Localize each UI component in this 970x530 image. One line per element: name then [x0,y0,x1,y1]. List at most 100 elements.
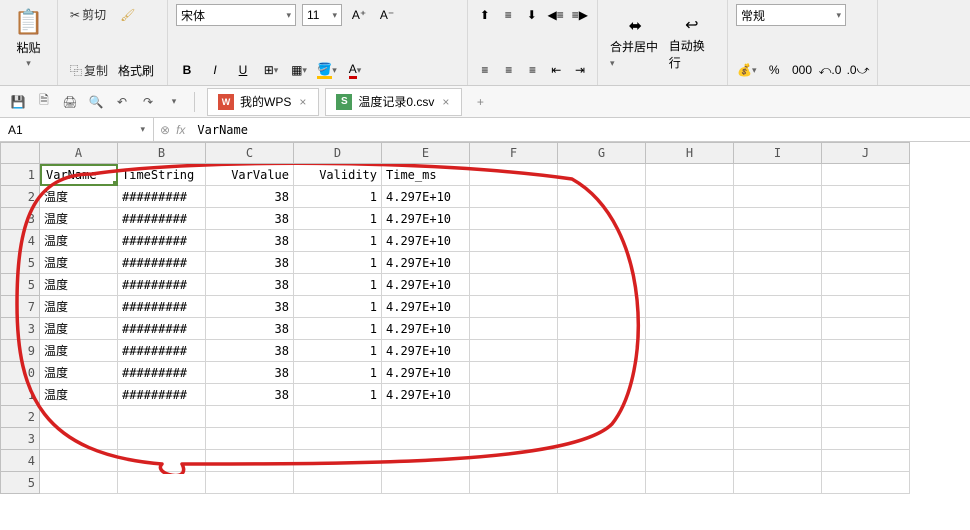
paste-button[interactable]: 📋 粘贴▾ [8,4,49,73]
cell[interactable]: 1 [294,296,382,318]
cell[interactable] [734,230,822,252]
cell[interactable] [558,340,646,362]
cell[interactable] [558,362,646,384]
cell[interactable]: 4.297E+10 [382,384,470,406]
cell[interactable]: 4.297E+10 [382,186,470,208]
col-header-F[interactable]: F [470,142,558,164]
cell[interactable]: 38 [206,252,294,274]
cell[interactable] [646,230,734,252]
close-icon[interactable]: × [440,95,451,109]
cell[interactable]: 4.297E+10 [382,208,470,230]
cell[interactable] [558,230,646,252]
cell[interactable]: 4.297E+10 [382,252,470,274]
row-header[interactable]: 2 [0,406,40,428]
cell[interactable] [646,318,734,340]
cell[interactable] [470,296,558,318]
increase-font-button[interactable]: A⁺ [348,4,370,26]
print-preview-button[interactable]: 🔍 [84,90,108,114]
row-header[interactable]: 3 [0,318,40,340]
cell[interactable] [822,340,910,362]
cell[interactable]: ######### [118,274,206,296]
cell[interactable] [822,296,910,318]
cell[interactable]: ######### [118,208,206,230]
cell[interactable] [294,428,382,450]
cell[interactable] [118,428,206,450]
italic-button[interactable]: I [204,59,226,81]
cell[interactable]: 温度 [40,252,118,274]
cell[interactable]: 38 [206,208,294,230]
cell[interactable] [646,428,734,450]
row-header[interactable]: 9 [0,340,40,362]
col-header-G[interactable]: G [558,142,646,164]
cell[interactable] [822,318,910,340]
cell[interactable] [294,450,382,472]
cell[interactable] [470,318,558,340]
save-button[interactable]: 💾 [6,90,30,114]
cell[interactable] [40,406,118,428]
merge-center-button[interactable]: ⬌ 合并居中▾ [606,12,665,73]
cell[interactable] [822,252,910,274]
cell[interactable] [734,406,822,428]
cell[interactable]: TimeString [118,164,206,186]
new-tab-button[interactable]: + [470,92,490,112]
cell[interactable] [206,450,294,472]
cell[interactable]: ######### [118,362,206,384]
cell[interactable] [118,472,206,494]
cell[interactable] [646,362,734,384]
tab-mywps[interactable]: W 我的WPS × [207,88,319,116]
bold-button[interactable]: B [176,59,198,81]
cell[interactable] [470,164,558,186]
cell[interactable]: ######### [118,340,206,362]
cell[interactable]: 温度 [40,362,118,384]
cell[interactable] [822,230,910,252]
cell[interactable]: 38 [206,274,294,296]
ltr-button[interactable]: ⇥ [571,59,589,81]
row-header[interactable]: 1 [0,164,40,186]
cell[interactable] [40,450,118,472]
cell[interactable]: 38 [206,230,294,252]
font-name-select[interactable]: 宋体▾ [176,4,296,26]
col-header-I[interactable]: I [734,142,822,164]
cell[interactable]: 1 [294,384,382,406]
qat-more-button[interactable]: ▾ [162,90,186,114]
col-header-A[interactable]: A [40,142,118,164]
currency-button[interactable]: 💰▾ [736,59,758,81]
cell[interactable] [206,406,294,428]
font-color-button[interactable]: A▾ [344,59,366,81]
cell[interactable]: 1 [294,340,382,362]
cell[interactable] [734,164,822,186]
underline-button[interactable]: U [232,59,254,81]
cell[interactable] [40,428,118,450]
cell[interactable]: 温度 [40,186,118,208]
row-header[interactable]: 7 [0,296,40,318]
rtl-button[interactable]: ⇤ [547,59,565,81]
cell[interactable] [822,428,910,450]
col-header-E[interactable]: E [382,142,470,164]
row-header[interactable]: 5 [0,274,40,296]
cell[interactable] [558,164,646,186]
cell[interactable] [118,450,206,472]
cell[interactable] [646,164,734,186]
cell[interactable] [822,450,910,472]
cell[interactable] [734,186,822,208]
cell[interactable]: 温度 [40,274,118,296]
name-box[interactable]: A1▾ [0,118,154,141]
row-header[interactable]: 1 [0,384,40,406]
cell[interactable]: Time_ms [382,164,470,186]
close-icon[interactable]: × [297,95,308,109]
wrap-text-button[interactable]: ↩ 自动换行 [665,11,719,75]
row-header[interactable]: 5 [0,252,40,274]
cell[interactable] [206,428,294,450]
cell[interactable] [294,472,382,494]
cell[interactable]: 4.297E+10 [382,362,470,384]
cell[interactable] [646,340,734,362]
cell[interactable]: 温度 [40,230,118,252]
cell[interactable] [558,428,646,450]
cell[interactable]: 1 [294,252,382,274]
cell[interactable]: 38 [206,362,294,384]
cell[interactable]: 1 [294,318,382,340]
cell[interactable]: 4.297E+10 [382,274,470,296]
col-header-D[interactable]: D [294,142,382,164]
col-header-B[interactable]: B [118,142,206,164]
cell[interactable] [470,428,558,450]
